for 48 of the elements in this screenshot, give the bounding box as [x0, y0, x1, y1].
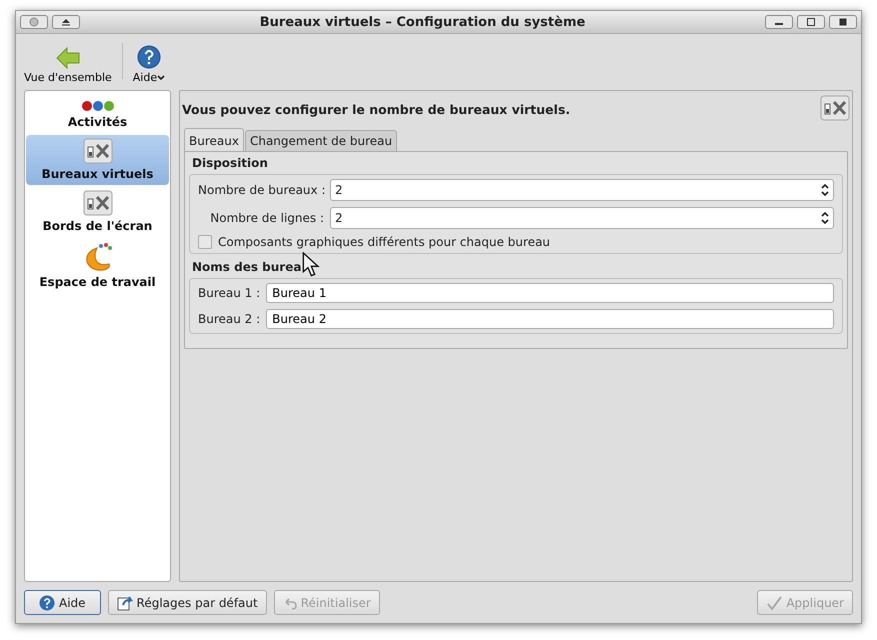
tab[interactable]: Changement de bureau: [244, 130, 398, 151]
mouse-pointer-icon: [302, 251, 322, 279]
sidebar-item[interactable]: Espace de travail: [26, 239, 169, 293]
spin-box[interactable]: 2: [330, 179, 834, 201]
tools-icon: [82, 138, 112, 164]
toolbar-button[interactable]: Vue d'ensemble: [24, 47, 112, 84]
colored-dots-icon: [80, 100, 114, 112]
maximize-button[interactable]: [797, 15, 825, 29]
help-icon: [136, 45, 161, 69]
shade-button[interactable]: [52, 15, 80, 29]
page-heading: Vous pouvez configurer le nombre de bureaux virtuels.: [182, 102, 570, 117]
checkmark-icon: [766, 594, 782, 610]
tab[interactable]: Bureaux: [184, 128, 244, 151]
window-title: Bureaux virtuels – Configuration du système: [258, 14, 586, 30]
tools-icon: [82, 190, 112, 216]
sidebar-item[interactable]: Bureaux virtuels: [26, 135, 169, 185]
tools-icon: [820, 95, 850, 121]
field-label: Bureau 2 :: [198, 312, 260, 326]
caret-icon: [157, 75, 166, 81]
back-arrow-icon: [56, 47, 80, 69]
checkbox[interactable]: [198, 235, 212, 249]
up-down-arrows-icon: [821, 212, 829, 224]
eject-icon: [61, 18, 71, 26]
sidebar-item[interactable]: Bords de l'écran: [26, 187, 169, 237]
spin-box[interactable]: 2: [330, 207, 834, 229]
input-field[interactable]: Bureau 1: [266, 283, 834, 303]
undo-icon: [282, 596, 297, 610]
input-field[interactable]: Bureau 2: [266, 309, 834, 329]
group-title: Noms des burea: [192, 260, 302, 274]
field-label: Nombre de lignes :: [209, 211, 324, 225]
up-down-arrows-icon: [821, 184, 829, 196]
group-title: Disposition: [192, 156, 269, 170]
sidebar-item-label: Activités: [68, 115, 128, 129]
checkbox-label: Composants graphiques différents pour chaque bureau: [218, 235, 550, 249]
toolbar-button[interactable]: Aide: [132, 45, 166, 84]
sidebar-item-label: Espace de travail: [39, 275, 156, 289]
help-icon: [39, 594, 55, 610]
defaults-button[interactable]: Réglages par défaut: [108, 590, 267, 615]
minimize-button[interactable]: [765, 15, 793, 29]
sidebar-item-label: Bureaux virtuels: [42, 167, 154, 181]
maximize-icon: [806, 18, 816, 26]
field-label: Bureau 1 :: [198, 286, 260, 300]
document-arrow-icon: [116, 594, 133, 610]
field-label: Nombre de bureaux :: [198, 183, 324, 197]
close-button[interactable]: [829, 15, 857, 29]
help-button[interactable]: Aide: [24, 590, 101, 615]
sidebar-item-label: Bords de l'écran: [42, 219, 152, 233]
sidebar-item[interactable]: Activités: [26, 97, 169, 133]
